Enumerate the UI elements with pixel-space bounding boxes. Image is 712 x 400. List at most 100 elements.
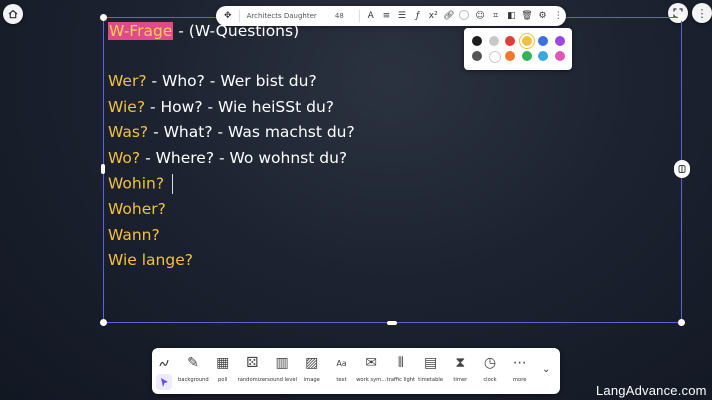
tool-label: more [512,377,527,383]
question-word: Was? [108,123,149,142]
emoji-icon[interactable]: ☺ [472,11,488,21]
question-translation: - How? - Wie heiSSt du? [145,97,334,116]
tool-background[interactable]: ✎ background [178,352,209,392]
list-icon[interactable]: ☰ [394,11,410,21]
color-swatch[interactable] [521,36,532,46]
font-size-input[interactable]: 48 [323,12,356,20]
select-tool-button[interactable] [156,374,172,390]
randomizer-icon: ⚄ [246,355,259,371]
link-icon[interactable]: 🔗︎ [441,11,457,21]
question-word: Wie lange? [108,251,193,270]
tool-image[interactable]: ▨ image [297,352,327,392]
tool-label: timetable [418,377,444,383]
tool-sound-level[interactable]: ▥ sound level [267,352,297,392]
tool-more[interactable]: ⋯ more [505,352,535,392]
tool-label: image [303,377,320,383]
more-options-button[interactable]: ⋮ [692,3,712,23]
question-translation: - Where? - Wo wohnst du? [140,148,348,167]
color-swatch[interactable] [488,36,499,46]
kebab-icon: ⋮ [696,6,708,20]
question-line: Wo? - Where? - Wo wohnst du? [108,149,347,167]
question-word: Wer? [108,72,147,90]
home-icon [8,9,18,19]
question-line: Wie lange? [108,251,193,269]
question-translation: - What? - Was machst du? [148,123,355,142]
tool-clock[interactable]: ◷ clock [475,352,505,392]
chevron-down-icon[interactable]: ⌄ [542,364,550,375]
tool-randomizer[interactable]: ⚄ randomizer [237,352,268,392]
color-swatch[interactable] [505,36,515,46]
align-icon[interactable]: ≡ [379,11,395,21]
question-word: Wohin? [108,174,165,193]
move-icon[interactable]: ✥ [220,11,236,21]
background-icon: ✎ [187,355,199,371]
image-icon: ▨ [305,355,319,371]
font-style-icon[interactable]: A [363,11,379,21]
question-line: Wohin? [108,174,174,195]
color-swatch[interactable] [538,51,548,61]
tool-label: sound level [267,377,297,383]
resize-handle-left[interactable] [101,164,105,174]
question-word: Wie? [108,97,146,116]
text-icon: Aa [336,358,347,368]
tool-label: traffic light [386,377,416,383]
collapse-side-button[interactable] [674,160,690,178]
work-symbols-icon: ✉ [365,355,378,371]
tool-work-sym[interactable]: ✉ work sym... [356,352,386,392]
tool-label: timer [453,377,468,383]
tool-traffic-light[interactable]: ⦀ traffic light [386,352,416,392]
superscript-icon[interactable]: x² [425,11,441,21]
heading-rest: - (W-Questions) [173,22,300,40]
color-swatch[interactable] [554,36,565,46]
color-swatch[interactable] [472,36,482,46]
timer-icon: ⧗ [455,355,466,371]
question-line: Wer? - Who? - Wer bist du? [108,72,317,90]
text-color-icon[interactable] [457,9,473,23]
settings-icon[interactable]: ⚙ [535,11,551,21]
tool-label: poll [218,377,228,383]
question-line: Wann? [108,226,160,244]
question-word: Wo? [108,148,141,167]
home-button[interactable] [3,4,23,24]
draw-icon[interactable] [158,354,170,373]
crop-icon[interactable]: ⌗ [488,11,504,21]
layer-icon[interactable]: ◧ [504,11,520,21]
tool-text[interactable]: Aa text [327,352,357,392]
clock-icon: ◷ [483,355,497,371]
sound-level-icon: ▥ [275,355,289,371]
tool-label: text [336,377,347,383]
color-swatch[interactable] [538,36,548,46]
tool-label: randomizer [237,377,268,383]
color-swatch[interactable] [554,51,565,61]
formula-icon[interactable]: ƒ [410,11,426,21]
question-line: Wie? - How? - Wie heiSSt du? [108,98,334,116]
resize-handle-bottom[interactable] [387,321,397,325]
question-line: Was? - What? - Was machst du? [108,123,355,141]
tool-timer[interactable]: ⧗ timer [445,352,475,392]
more-icon: ⋯ [512,355,527,371]
traffic-light-icon: ⦀ [397,355,404,371]
color-swatch[interactable] [505,51,515,61]
color-swatch[interactable] [472,51,482,61]
tool-timetable[interactable]: ▤ timetable [416,352,446,392]
resize-handle-top-left[interactable] [100,14,107,21]
kebab-icon[interactable]: ⋮ [550,11,566,21]
delete-icon[interactable]: 🗑︎ [519,11,535,21]
resize-handle-bottom-right[interactable] [678,319,685,326]
split-handle-icon [678,165,686,173]
selection-frame [100,14,685,326]
color-swatch[interactable] [521,51,532,61]
font-family-select[interactable]: Architects Daughter [243,12,323,20]
widget-toolbar: ✎ background ▦ poll ⚄ randomizer ▥ sound level ▨… [152,348,560,394]
divider [358,10,360,22]
tool-poll[interactable]: ▦ poll [208,352,238,392]
timetable-icon: ▤ [423,355,438,371]
question-line: Woher? [108,200,166,218]
color-swatch[interactable] [488,51,501,63]
text-caret [172,174,174,195]
resize-handle-top-right[interactable] [678,14,685,21]
brand-watermark: LangAdvance.com [596,383,707,398]
question-word: Woher? [108,200,166,218]
resize-handle-bottom-left[interactable] [100,319,107,326]
tool-label: clock [483,377,497,383]
